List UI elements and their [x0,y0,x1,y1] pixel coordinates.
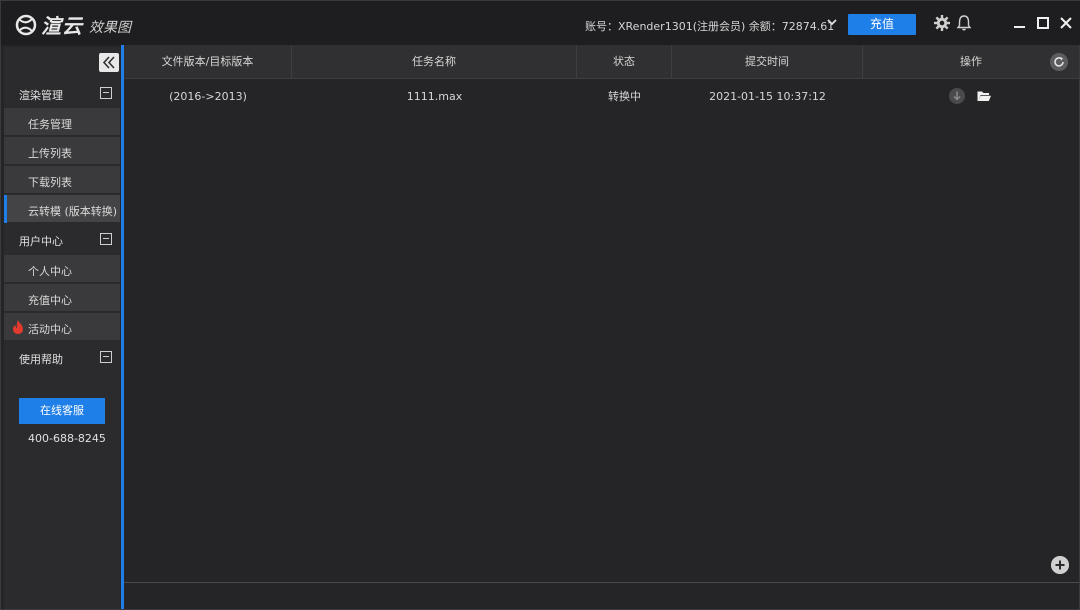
chevron-down-icon[interactable] [826,16,838,28]
sidebar-item-label: 下载列表 [28,176,72,189]
add-icon[interactable] [1051,556,1069,574]
sidebar-group-label: 用户中心 [19,235,63,248]
sidebar-item-label: 云转模 (版本转换) [28,205,118,218]
logo-subtitle: 效果图 [89,19,131,36]
column-header-status: 状态 [577,45,672,79]
column-header-version: 文件版本/目标版本 [124,45,292,79]
collapse-group-icon[interactable] [100,351,112,363]
open-folder-icon[interactable] [976,88,992,104]
recharge-button[interactable]: 充值 [848,14,916,35]
collapse-group-icon[interactable] [100,233,112,245]
column-header-task-name: 任务名称 [292,45,577,79]
maximize-icon[interactable] [1034,14,1052,32]
sidebar-item-label: 充值中心 [28,294,72,307]
app-window: 渲云 效果图 账号：XRender1301(注册会员) 余额：72874.61 … [0,0,1080,610]
online-service-button[interactable]: 在线客服 [19,398,105,424]
double-chevron-left-icon [102,56,115,69]
sidebar-group-user[interactable]: 用户中心 [4,225,120,254]
table-row[interactable]: (2016->2013) 1111.max 转换中 2021-01-15 10:… [124,80,1079,114]
minimize-icon[interactable] [1011,14,1029,32]
sidebar-group-label: 使用帮助 [19,353,63,366]
sidebar-item-label: 上传列表 [28,147,72,160]
sidebar-item-upload-list[interactable]: 上传列表 [4,137,120,165]
cell-submit-time: 2021-01-15 10:37:12 [709,90,826,103]
cell-version: (2016->2013) [169,90,247,103]
sidebar-item-label: 活动中心 [28,323,72,336]
column-header-actions: 操作 [960,55,982,68]
sidebar-group-label: 渲染管理 [19,89,63,102]
sidebar-item-download-list[interactable]: 下载列表 [4,166,120,194]
service-phone: 400-688-8245 [28,432,106,445]
fire-icon [13,320,23,334]
sidebar-item-cloud-convert[interactable]: 云转模 (版本转换) [4,195,120,223]
sidebar-item-recharge-center[interactable]: 充值中心 [4,284,120,312]
collapse-group-icon[interactable] [100,87,112,99]
title-bar: 渲云 效果图 账号：XRender1301(注册会员) 余额：72874.61 … [1,1,1080,45]
gear-icon[interactable] [933,14,951,32]
logo-text: 渲云 [41,14,83,38]
table-footer-divider [124,582,1079,583]
main-panel: 文件版本/目标版本 任务名称 状态 提交时间 操作 (2016->2013) 1… [124,45,1079,609]
collapse-sidebar-button[interactable] [99,53,119,72]
logo: 渲云 效果图 [15,10,131,39]
cell-status: 转换中 [608,90,641,103]
download-icon[interactable] [949,88,965,104]
refresh-icon[interactable] [1050,53,1068,71]
table-header: 文件版本/目标版本 任务名称 状态 提交时间 操作 [124,45,1079,79]
close-icon[interactable] [1057,14,1075,32]
account-info: 账号：XRender1301(注册会员) 余额：72874.61 [585,20,835,33]
sidebar-item-task-manage[interactable]: 任务管理 [4,108,120,136]
column-header-submit-time: 提交时间 [672,45,863,79]
bell-icon[interactable] [955,14,973,32]
sidebar-item-label: 任务管理 [28,118,72,131]
sidebar-item-personal-center[interactable]: 个人中心 [4,255,120,283]
sidebar-group-help[interactable]: 使用帮助 [4,343,120,372]
cell-task-name: 1111.max [406,90,463,103]
logo-mark-icon [15,14,37,35]
sidebar-item-activity-center[interactable]: 活动中心 [4,313,120,341]
sidebar-group-render[interactable]: 渲染管理 [4,79,120,108]
sidebar-item-label: 个人中心 [28,265,72,278]
sidebar: 渲染管理 任务管理 上传列表 下载列表 云转模 (版本转换) 用户中心 个人中心… [4,47,120,609]
